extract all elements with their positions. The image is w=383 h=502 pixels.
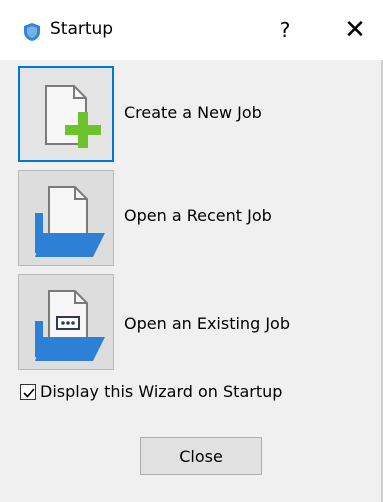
close-button[interactable]: Close: [140, 437, 262, 475]
shield-app-icon: [24, 23, 40, 41]
open-existing-job-button[interactable]: [18, 274, 114, 370]
help-button[interactable]: ?: [270, 17, 300, 43]
window-title: Startup: [50, 19, 114, 39]
title-bar: Startup ? ✕: [0, 0, 383, 60]
create-new-job-button[interactable]: [18, 66, 114, 162]
checkmark-icon: [23, 388, 35, 398]
startup-dialog: Startup ? ✕ Create a New Job Open a Rece…: [0, 0, 383, 502]
open-folder-icon: [35, 186, 105, 257]
open-existing-job-label: Open an Existing Job: [124, 314, 290, 333]
display-wizard-checkbox[interactable]: [20, 384, 36, 400]
open-folder-dots-icon: [35, 290, 105, 361]
create-new-job-label: Create a New Job: [124, 103, 262, 122]
display-wizard-label: Display this Wizard on Startup: [40, 382, 283, 401]
window-close-button[interactable]: ✕: [342, 16, 368, 44]
open-recent-job-button[interactable]: [18, 170, 114, 266]
new-document-plus-icon: [45, 85, 101, 148]
open-recent-job-label: Open a Recent Job: [124, 206, 272, 225]
